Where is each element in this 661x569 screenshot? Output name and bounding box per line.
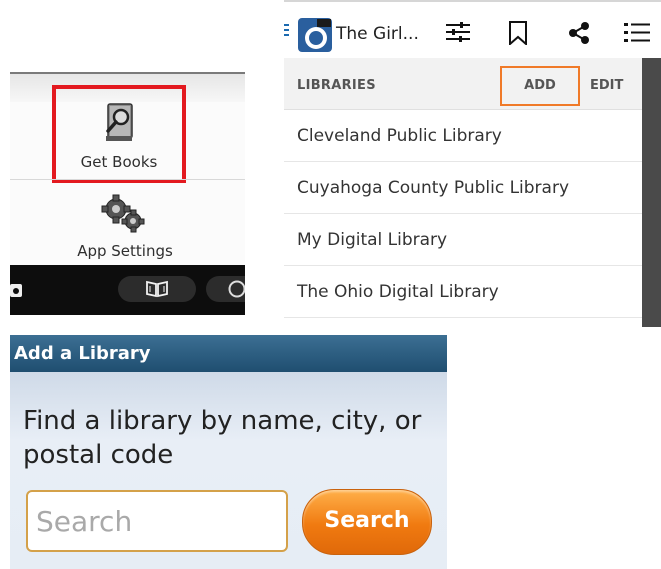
dialog-title: Add a Library: [14, 343, 151, 364]
open-book-icon: [146, 280, 168, 298]
library-book-button[interactable]: [118, 276, 196, 302]
library-name: My Digital Library: [297, 230, 448, 250]
bottom-nav-bar: [10, 265, 245, 315]
menu-divider: [10, 179, 245, 180]
libraries-header: LIBRARIES ADD EDIT: [284, 58, 642, 110]
app-toolbar: The Girl...: [284, 0, 661, 58]
add-library-dialog: Add a Library Find a library by name, ci…: [10, 335, 447, 569]
side-scrollbar[interactable]: [642, 58, 661, 327]
get-books-label: Get Books: [80, 153, 158, 171]
list-icon[interactable]: [624, 21, 650, 43]
app-settings-button[interactable]: App Settings: [40, 190, 210, 268]
search-button[interactable]: Search: [302, 489, 432, 555]
app-menu-panel: Get Books App Settings: [10, 72, 245, 315]
library-name: Cleveland Public Library: [297, 126, 502, 146]
overflow-icon: [228, 280, 245, 298]
library-item[interactable]: Cleveland Public Library: [284, 110, 642, 162]
add-library-button[interactable]: ADD: [500, 66, 580, 106]
gears-icon: [101, 194, 145, 233]
book-title: The Girl...: [336, 24, 419, 44]
libraries-screen: The Girl... LIBRARIES ADD EDIT Cleveland…: [284, 0, 661, 327]
library-item[interactable]: The Ohio Digital Library: [284, 266, 642, 318]
library-search-input[interactable]: [26, 490, 288, 552]
library-name: The Ohio Digital Library: [297, 282, 499, 302]
edit-libraries-button[interactable]: EDIT: [590, 78, 623, 93]
book-search-icon: [106, 103, 133, 141]
library-name: Cuyahoga County Public Library: [297, 178, 570, 198]
library-item[interactable]: My Digital Library: [284, 214, 642, 266]
overflow-button[interactable]: [206, 276, 245, 302]
dialog-body: Find a library by name, city, or postal …: [10, 372, 447, 569]
camera-icon[interactable]: [10, 280, 26, 300]
dialog-title-bar: Add a Library: [10, 335, 447, 372]
menu-icon[interactable]: [284, 24, 289, 36]
libraries-heading: LIBRARIES: [297, 78, 376, 93]
bookmark-icon[interactable]: [508, 21, 528, 45]
app-settings-label: App Settings: [77, 242, 173, 260]
overdrive-logo-icon: [298, 18, 332, 52]
library-item[interactable]: Cuyahoga County Public Library: [284, 162, 642, 214]
sliders-icon[interactable]: [446, 21, 470, 43]
get-books-button[interactable]: Get Books: [52, 85, 186, 183]
search-prompt: Find a library by name, city, or postal …: [23, 406, 422, 470]
share-icon[interactable]: [568, 21, 590, 45]
